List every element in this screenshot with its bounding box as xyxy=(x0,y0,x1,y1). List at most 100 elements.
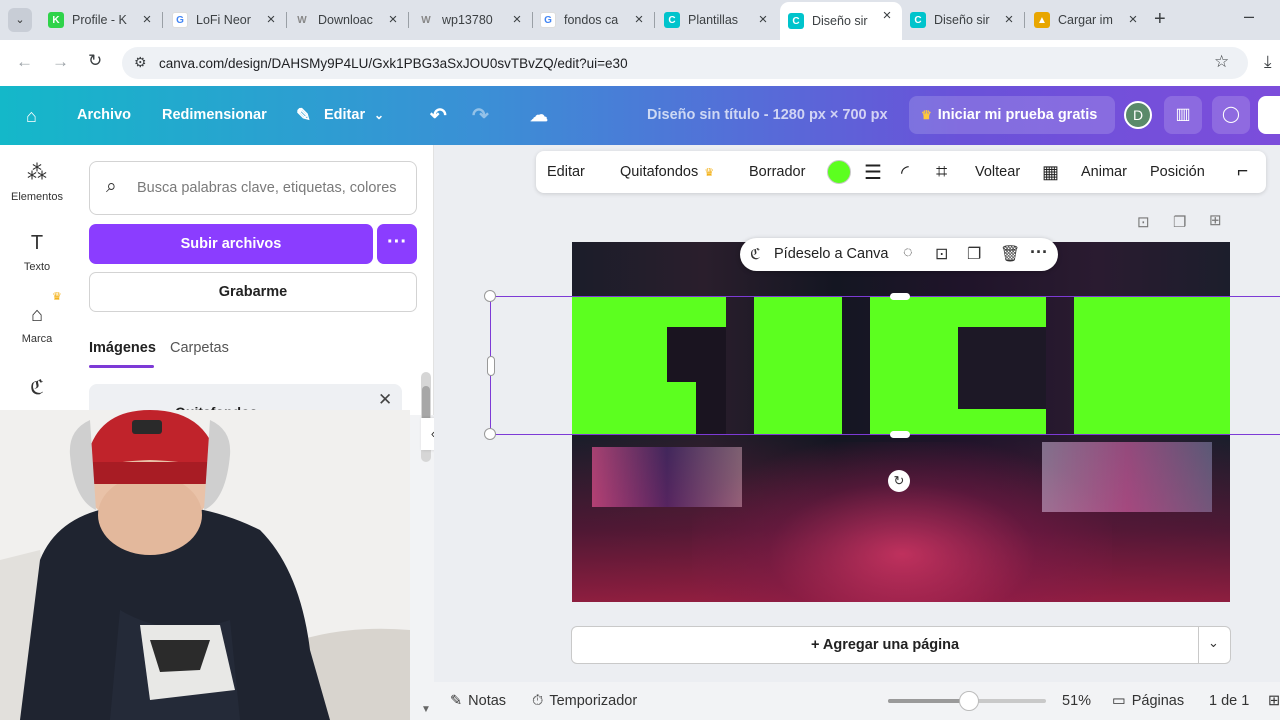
tb-animar[interactable]: Animar xyxy=(1081,151,1127,193)
close-tab-icon[interactable]: × xyxy=(878,7,896,24)
more-icon[interactable]: ··· xyxy=(1030,242,1048,263)
comment-add-icon[interactable]: ◌ xyxy=(903,244,913,262)
resize-menu[interactable]: Redimensionar xyxy=(162,100,267,130)
close-tab-icon[interactable]: × xyxy=(138,11,156,28)
rail-elementos[interactable]: ⁂ Elementos xyxy=(0,160,74,203)
share-button[interactable] xyxy=(1258,96,1280,134)
browser-tab[interactable]: C Diseño sir × xyxy=(780,2,902,40)
browser-tab[interactable]: C Diseño sir × xyxy=(902,6,1024,34)
rail-texto[interactable]: T Texto xyxy=(0,232,74,273)
forward-icon[interactable]: → xyxy=(52,52,69,72)
chevron-down-icon[interactable]: ⌄ xyxy=(1208,635,1219,651)
record-button[interactable]: Grabarme xyxy=(89,272,417,312)
pages-button[interactable]: ▭ Páginas xyxy=(1112,682,1184,720)
duplicate-icon[interactable]: ❐ xyxy=(967,244,981,264)
crop-icon[interactable]: ⌗ xyxy=(936,151,947,193)
resize-handle-top[interactable] xyxy=(890,293,910,300)
site-settings-icon[interactable]: ⚙ xyxy=(134,54,147,71)
reload-icon[interactable]: ↻ xyxy=(88,51,102,71)
add-page-button[interactable]: + Agregar una página ⌄ xyxy=(571,626,1231,664)
resize-handle-left[interactable] xyxy=(487,356,495,376)
close-tab-icon[interactable]: × xyxy=(1000,11,1018,28)
tb-editar[interactable]: Editar xyxy=(547,151,585,193)
trash-icon[interactable]: 🗑 xyxy=(1000,244,1020,264)
corner-rounding-icon[interactable]: ◜ xyxy=(901,151,909,193)
tb-voltear[interactable]: Voltear xyxy=(975,151,1020,193)
browser-tab[interactable]: K Profile - K × xyxy=(40,6,162,34)
resize-handle-bottom[interactable] xyxy=(890,431,910,438)
home-icon[interactable]: ⌂ xyxy=(26,101,37,131)
timer-button[interactable]: ⏱ Temporizador xyxy=(532,682,637,720)
scroll-down-icon[interactable]: ▼ xyxy=(421,704,431,715)
minimize-window-icon[interactable]: – xyxy=(1244,6,1254,27)
tb-posicion[interactable]: Posición xyxy=(1150,151,1205,193)
notes-button[interactable]: ✎ Notas xyxy=(450,682,506,720)
redo-icon[interactable]: ↷ xyxy=(472,100,489,130)
ask-canva-button[interactable]: Pídeselo a Canva xyxy=(774,246,888,262)
crown-icon: ♛ xyxy=(52,291,62,303)
browser-tab[interactable]: ▲ Cargar im × xyxy=(1026,6,1148,34)
resize-handle-tl[interactable] xyxy=(484,290,496,302)
back-icon[interactable]: ← xyxy=(16,52,33,72)
zoom-slider-knob[interactable] xyxy=(959,691,979,711)
upload-button[interactable]: Subir archivos xyxy=(89,224,373,264)
transparency-icon[interactable]: ▦ xyxy=(1042,151,1059,193)
tab-label: Cargar im xyxy=(1058,13,1113,27)
avatar[interactable]: D xyxy=(1124,101,1152,129)
edit-menu[interactable]: Editar xyxy=(324,100,365,130)
trial-button[interactable]: ♛ Iniciar mi prueba gratis xyxy=(909,96,1115,134)
pencil-icon[interactable]: ✎ xyxy=(296,100,311,130)
color-swatch[interactable] xyxy=(827,151,851,193)
add-page-icon[interactable]: ⊞ xyxy=(1209,211,1222,229)
url-text[interactable]: canva.com/design/DAHSMy9P4LU/Gxk1PBG3aSx… xyxy=(159,56,628,71)
insights-icon[interactable]: ▥ xyxy=(1164,96,1202,134)
new-tab-icon[interactable]: + xyxy=(1154,8,1166,31)
selection-frame[interactable] xyxy=(490,296,1280,435)
bookmark-star-icon[interactable]: ☆ xyxy=(1214,52,1229,72)
rail-marca[interactable]: ⌂ Marca xyxy=(0,304,74,345)
browser-tab[interactable]: W Downloac × xyxy=(286,6,408,34)
grid-view-icon[interactable]: ⊞ xyxy=(1268,682,1280,720)
close-tab-icon[interactable]: × xyxy=(262,11,280,28)
lock-icon[interactable]: ⊡ xyxy=(935,244,948,264)
tb-borrador[interactable]: Borrador xyxy=(749,151,805,193)
close-tab-icon[interactable]: × xyxy=(384,11,402,28)
browser-tab[interactable]: G LoFi Neor × xyxy=(164,6,286,34)
lock-page-icon[interactable]: ⊡ xyxy=(1137,213,1150,231)
wallpaper-icon: W xyxy=(421,14,431,26)
upload-more-button[interactable]: ··· xyxy=(377,224,417,264)
close-tab-icon[interactable]: × xyxy=(630,11,648,28)
close-tab-icon[interactable]: × xyxy=(754,11,772,28)
tab-search-button[interactable]: ⌄ xyxy=(8,8,32,32)
rail-magic[interactable]: ℭ xyxy=(0,375,74,406)
resize-handle-bl[interactable] xyxy=(484,428,496,440)
download-icon[interactable]: ⤓ xyxy=(1264,52,1272,72)
duplicate-page-icon[interactable]: ❐ xyxy=(1173,213,1186,231)
close-tab-icon[interactable]: × xyxy=(508,11,526,28)
browser-tab[interactable]: Wwp13780 × xyxy=(410,6,532,34)
border-style-icon[interactable]: ☰ xyxy=(864,151,882,193)
tab-folders[interactable]: Carpetas xyxy=(170,340,229,356)
zoom-slider[interactable] xyxy=(888,691,1046,711)
comments-icon[interactable]: ◯ xyxy=(1212,96,1250,134)
tb-quitafondos[interactable]: Quitafondos ♛ xyxy=(620,151,714,193)
tab-label: LoFi Neor xyxy=(196,13,251,27)
zoom-value[interactable]: 51% xyxy=(1062,682,1091,720)
canva-icon: C xyxy=(788,13,804,29)
search-placeholder[interactable]: Busca palabras clave, etiquetas, colores xyxy=(137,180,409,196)
close-tab-icon[interactable]: × xyxy=(1124,11,1142,28)
close-icon[interactable]: ✕ xyxy=(378,390,392,410)
archivo-menu[interactable]: Archivo xyxy=(77,100,131,130)
page-count[interactable]: 1 de 1 xyxy=(1209,682,1249,720)
pages-icon: ▭ xyxy=(1112,693,1126,709)
copy-style-icon[interactable]: ⌐ xyxy=(1237,151,1248,193)
undo-icon[interactable]: ↶ xyxy=(430,100,447,130)
cloud-saved-icon[interactable]: ☁ xyxy=(530,100,548,130)
browser-tab[interactable]: Gfondos ca × xyxy=(532,6,654,34)
browser-tab[interactable]: C Plantillas × xyxy=(656,6,778,34)
google-icon: G xyxy=(172,12,188,28)
rotate-handle[interactable]: ↻ xyxy=(888,470,910,492)
design-title[interactable]: Diseño sin título - 1280 px × 700 px xyxy=(647,100,888,130)
tab-images[interactable]: Imágenes xyxy=(89,340,156,356)
chevron-down-icon[interactable]: ⌄ xyxy=(374,100,384,130)
